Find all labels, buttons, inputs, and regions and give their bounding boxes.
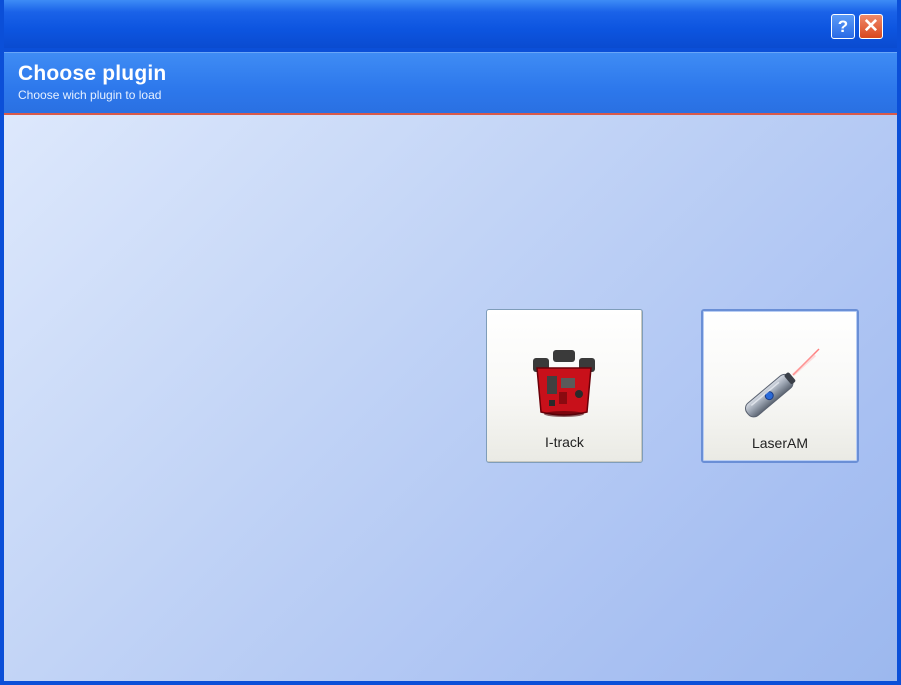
close-button[interactable]: ✕ <box>859 14 883 39</box>
plugin-button-itrack[interactable]: I-track <box>486 309 643 463</box>
question-mark-icon: ? <box>837 16 849 36</box>
close-icon: ✕ <box>863 16 879 37</box>
title-bar[interactable]: ? ✕ <box>4 0 897 48</box>
plugin-selection-area: I-track LaserAM <box>4 115 897 681</box>
plugin-label-itrack: I-track <box>545 434 584 450</box>
red-tracker-device-icon <box>533 350 595 417</box>
dialog-window: ? ✕ Choose plugin Choose wich plugin to … <box>0 0 901 685</box>
wizard-header: Choose plugin Choose wich plugin to load <box>4 52 897 115</box>
plugin-button-laseram[interactable]: LaserAM <box>701 309 859 463</box>
help-button[interactable]: ? <box>831 14 855 39</box>
plugin-label-laseram: LaserAM <box>751 435 809 451</box>
laser-pointer-icon <box>745 348 820 418</box>
page-subtitle: Choose wich plugin to load <box>18 88 162 102</box>
page-title: Choose plugin <box>18 62 167 85</box>
